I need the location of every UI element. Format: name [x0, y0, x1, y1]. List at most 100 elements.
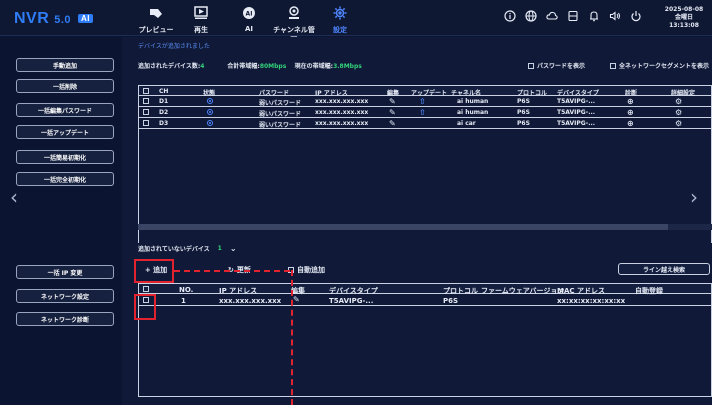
edit-pencil-icon[interactable]: ✎ [389, 97, 396, 106]
unadded-count: 1 [217, 245, 222, 252]
advanced-settings-gear-icon[interactable]: ⚙ [675, 97, 682, 106]
cell-protocol: P6S [517, 109, 530, 116]
table-row[interactable]: D3 弱いパスワード xxx.xxx.xxx.xxx ✎ ai car P6S T5AVIP… [138, 118, 712, 129]
weekday-text: 金曜日 [674, 14, 693, 21]
network-settings-button[interactable]: ネットワーク設定 [16, 289, 114, 303]
cell-ip: xxx.xxx.xxx.xxx [315, 120, 369, 127]
info-bar: 追加されたデバイス数:4 合計帯域幅:80Mbps 現在の帯域幅:3.8Mbps [138, 61, 362, 70]
manual-add-button[interactable]: 手動追加 [16, 58, 114, 72]
all-segments-checkbox[interactable]: 全ネットワークセグメントを表示 [610, 61, 709, 70]
annotation-checkbox-box [134, 294, 156, 320]
cell-ip: xxx.xxx.xxx.xxx [315, 109, 369, 116]
table-row[interactable]: D1 弱いパスワード xxx.xxx.xxx.xxx ✎ ⇧ ai human P6S T5A… [138, 96, 712, 107]
bulk-full-reset-button[interactable]: 一括完全初期化 [16, 172, 114, 186]
nav-label: 再生 [194, 26, 208, 34]
cell-protocol: P6S [517, 120, 530, 127]
bulk-delete-button[interactable]: 一括削除 [16, 79, 114, 93]
show-password-checkbox[interactable]: パスワードを表示 [528, 61, 585, 70]
nav-label: AI [244, 25, 254, 33]
status-online-icon [207, 98, 213, 104]
current-bandwidth-label: 現在の帯域幅: [294, 63, 334, 70]
nav-label: プレビュー [138, 26, 174, 34]
advanced-settings-gear-icon[interactable]: ⚙ [675, 119, 682, 128]
nav-playback[interactable]: 再生 [179, 4, 223, 35]
double-chevron-down-icon[interactable]: ⌄ [230, 244, 237, 253]
row-content: D1 弱いパスワード xxx.xxx.xxx.xxx ✎ ⇧ ai human P6S T5A… [139, 96, 711, 107]
horizontal-scrollbar[interactable] [138, 224, 712, 230]
annotation-add-box [134, 259, 174, 283]
nav-preview[interactable]: プレビュー [134, 4, 178, 35]
upgrade-icon[interactable]: ⇧ [419, 108, 426, 117]
channel-management-icon [289, 6, 299, 19]
version-text: 5.0 [54, 14, 72, 26]
row-checkbox[interactable] [143, 120, 149, 126]
top-bar: NVR 5.0 AI プレビュー 再生 AI AI チャンネル管理 設定 202… [0, 0, 712, 44]
logo-text: NVR [14, 10, 50, 27]
current-bandwidth-value: 3.8Mbps [333, 63, 362, 70]
table-row[interactable]: D2 弱いパスワード xxx.xxx.xxx.xxx ✎ ⇧ ai human P6S T5A… [138, 107, 712, 118]
bulk-edit-password-button[interactable]: 一括編集パスワード [16, 103, 114, 117]
settings-gear-icon [333, 6, 347, 20]
datetime: 2025-08-08 金曜日 13:13:08 [660, 6, 708, 30]
col-ch: CH [159, 88, 169, 95]
bulk-update-button[interactable]: 一括アップデート [16, 125, 114, 139]
speaker-icon[interactable] [609, 10, 621, 22]
globe-icon[interactable] [525, 10, 537, 22]
bell-icon[interactable] [588, 10, 600, 22]
diagnose-zoom-icon[interactable]: ⊕ [627, 119, 634, 128]
storage-icon[interactable] [567, 10, 579, 22]
advanced-settings-gear-icon[interactable]: ⚙ [675, 108, 682, 117]
bulk-simple-reset-button[interactable]: 一括簡易初期化 [16, 150, 114, 164]
cell-protocol: P6S [517, 98, 530, 105]
cell-ch: D3 [159, 120, 169, 127]
nav-label: 設定 [333, 26, 347, 34]
notice-text: デバイスが追加されました [138, 43, 210, 50]
diagnose-zoom-icon[interactable]: ⊕ [627, 108, 634, 117]
scrollbar-thumb[interactable] [138, 224, 668, 230]
select-all-checkbox[interactable] [143, 88, 149, 94]
row-checkbox[interactable] [143, 109, 149, 115]
bandwidth-value: 80Mbps [259, 63, 287, 70]
added-count-label: 追加されたデバイス数: [138, 63, 201, 70]
edit-pencil-icon[interactable]: ✎ [389, 108, 396, 117]
cell-device-type: T5AVIPG-... [557, 109, 596, 116]
table-header: CH 状態 パスワード IP アドレス 編集 アップデート チャネル名 プロトコ… [138, 85, 712, 97]
power-icon[interactable] [630, 10, 642, 22]
diagnose-zoom-icon[interactable]: ⊕ [627, 97, 634, 106]
chevron-right-icon[interactable]: › [690, 185, 698, 209]
added-count-value: 4 [200, 63, 205, 70]
playback-icon [194, 6, 208, 19]
cell-password: 弱いパスワード [259, 111, 302, 118]
nav-ai[interactable]: AI AI [227, 4, 271, 33]
bandwidth-label: 合計帯域幅: [227, 63, 260, 70]
line-search-button[interactable]: ライン越え検索 [618, 263, 710, 275]
checkbox[interactable] [528, 62, 534, 69]
row-content: D3 弱いパスワード xxx.xxx.xxx.xxx ✎ ai car P6S T5AVIP… [139, 118, 711, 129]
edit-pencil-icon[interactable]: ✎ [389, 119, 396, 128]
bulk-ip-change-button[interactable]: 一括 IP 変更 [16, 265, 114, 279]
status-online-icon [207, 109, 213, 115]
svg-text:AI: AI [246, 11, 253, 18]
main-panel: デバイスが追加されました 追加されたデバイス数:4 合計帯域幅:80Mbps 現… [122, 37, 712, 405]
checkbox[interactable] [610, 62, 616, 69]
annotation-dashed-line [291, 270, 293, 405]
row-content: D2 弱いパスワード xxx.xxx.xxx.xxx ✎ ⇧ ai human P6S T5A… [139, 107, 711, 118]
cloud-icon[interactable] [546, 10, 558, 22]
cell-password: 弱いパスワード [259, 100, 302, 107]
auto-add-label: 自動追加 [297, 266, 325, 274]
show-password-label: パスワードを表示 [537, 63, 586, 70]
cell-channel-name: ai human [457, 98, 489, 105]
auto-add-checkbox[interactable]: 自動追加 [288, 265, 325, 275]
chevron-left-icon[interactable]: ‹ [10, 185, 18, 209]
unadded-label: 追加されていないデバイス [138, 246, 210, 253]
time-text: 13:13:08 [669, 22, 699, 29]
network-diagnosis-button[interactable]: ネットワーク診断 [16, 312, 114, 326]
annotation-dashed-line [174, 270, 290, 272]
upgrade-icon[interactable]: ⇧ [419, 97, 426, 106]
nav-settings[interactable]: 設定 [318, 4, 362, 35]
cell-device-type: T5AVIPG-... [557, 98, 596, 105]
info-icon[interactable] [504, 10, 516, 22]
cell-ch: D2 [159, 109, 169, 116]
sidebar: 手動追加 一括削除 一括編集パスワード 一括アップデート 一括簡易初期化 一括完… [0, 37, 120, 405]
row-checkbox[interactable] [143, 98, 149, 104]
